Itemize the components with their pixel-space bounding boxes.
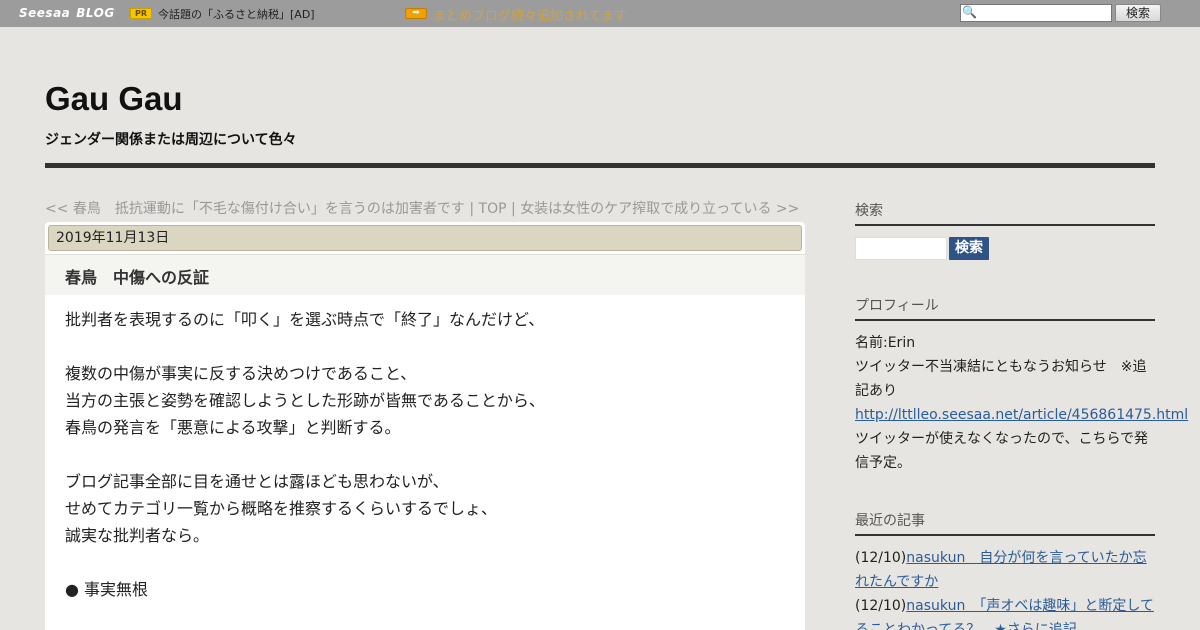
sidebar-recent-heading: 最近の記事 — [855, 510, 1155, 536]
article-line: せめてカテゴリ一覧から概略を推察するくらいするでしょ、 — [65, 499, 498, 518]
arrow-right-icon: ➡ — [405, 8, 427, 19]
top-search-input[interactable] — [977, 6, 1109, 20]
sidebar-search: 検索 検索 — [855, 200, 1155, 260]
profile-link[interactable]: http://lttlleo.seesaa.net/article/456861… — [855, 407, 1188, 423]
article-line — [65, 333, 785, 360]
nav-separator: | — [464, 201, 479, 217]
recent-post-item: (12/10)nasukun 自分が何を言っていたか忘れたんですか — [855, 546, 1155, 594]
sidebar-profile-heading: プロフィール — [855, 295, 1155, 321]
logo-seesaa-text: Seesaa — [19, 6, 71, 20]
prev-article-link[interactable]: << 春鳥 抵抗運動に「不毛な傷付け合い」を言うのは加害者です — [45, 201, 465, 217]
promo-link[interactable]: まとめブログ続々追加されてます — [433, 5, 627, 24]
next-article-link[interactable]: 女装は女性のケア搾取で成り立っている >> — [520, 201, 799, 217]
article-body: 批判者を表現するのに「叩く」を選ぶ時点で「終了」なんだけど、 複数の中傷が事実に… — [65, 306, 785, 603]
article-line: ● 事実無根 — [65, 580, 149, 599]
seesaa-blog-logo[interactable]: Seesaa BLOG — [19, 6, 115, 20]
article-title: 春鳥 中傷への反証 — [65, 268, 210, 287]
header-divider — [45, 163, 1155, 168]
article-card: 2019年11月13日 春鳥 中傷への反証 批判者を表現するのに「叩く」を選ぶ時… — [45, 222, 805, 630]
profile-notice: ツイッター不当凍結にともなうお知らせ ※追記あり — [855, 359, 1147, 399]
profile-name: 名前:Erin — [855, 335, 916, 351]
pr-badge: PR — [130, 8, 152, 19]
article-line: 批判者を表現するのに「叩く」を選ぶ時点で「終了」なんだけど、 — [65, 310, 545, 329]
blog-description: ジェンダー関係または周辺について色々 — [45, 132, 297, 148]
sidebar-profile: プロフィール 名前:Erin ツイッター不当凍結にともなうお知らせ ※追記あり … — [855, 295, 1188, 475]
sidebar-search-input[interactable] — [855, 237, 947, 260]
blog-title[interactable]: Gau Gau — [45, 80, 183, 118]
nav-separator: | — [506, 201, 521, 217]
article-navigation: << 春鳥 抵抗運動に「不毛な傷付け合い」を言うのは加害者です | TOP | … — [45, 198, 805, 218]
top-search-box: 🔍 — [960, 4, 1112, 22]
logo-blog-text: BLOG — [76, 6, 115, 20]
pr-ad-link[interactable]: 今話題の「ふるさと納税」[AD] — [158, 6, 315, 22]
article-line: ブログ記事全部に目を通せとは露ほども思わないが、 — [65, 472, 449, 491]
sidebar-recent-posts: 最近の記事 (12/10)nasukun 自分が何を言っていたか忘れたんですか … — [855, 510, 1155, 630]
article-date: 2019年11月13日 — [48, 225, 802, 251]
global-top-bar: Seesaa BLOG PR 今話題の「ふるさと納税」[AD] ➡ まとめブログ続… — [0, 0, 1200, 27]
article-line: 複数の中傷が事実に反する決めつけであること、 — [65, 364, 417, 383]
article-line — [65, 441, 785, 468]
search-icon: 🔍 — [962, 5, 977, 19]
article-title-bar: 春鳥 中傷への反証 — [45, 254, 805, 295]
profile-after-link: ツイッターが使えなくなったので、こちらで発信予定。 — [855, 431, 1149, 471]
sidebar-search-heading: 検索 — [855, 200, 1155, 226]
top-link[interactable]: TOP — [479, 201, 507, 217]
article-line: 当方の主張と姿勢を確認しようとした形跡が皆無であることから、 — [65, 391, 545, 410]
recent-post-date: (12/10) — [855, 598, 907, 614]
recent-post-date: (12/10) — [855, 550, 907, 566]
sidebar-search-button[interactable]: 検索 — [949, 237, 989, 260]
article-line: 春鳥の発言を「悪意による攻撃」と判断する。 — [65, 418, 401, 437]
article-line: 誠実な批判者なら。 — [65, 526, 210, 545]
top-search-button[interactable]: 検索 — [1115, 4, 1161, 22]
article-line — [65, 549, 785, 576]
recent-post-item: (12/10)nasukun 「声オベは趣味」と断定してることわかってる？ ★さ… — [855, 594, 1155, 630]
